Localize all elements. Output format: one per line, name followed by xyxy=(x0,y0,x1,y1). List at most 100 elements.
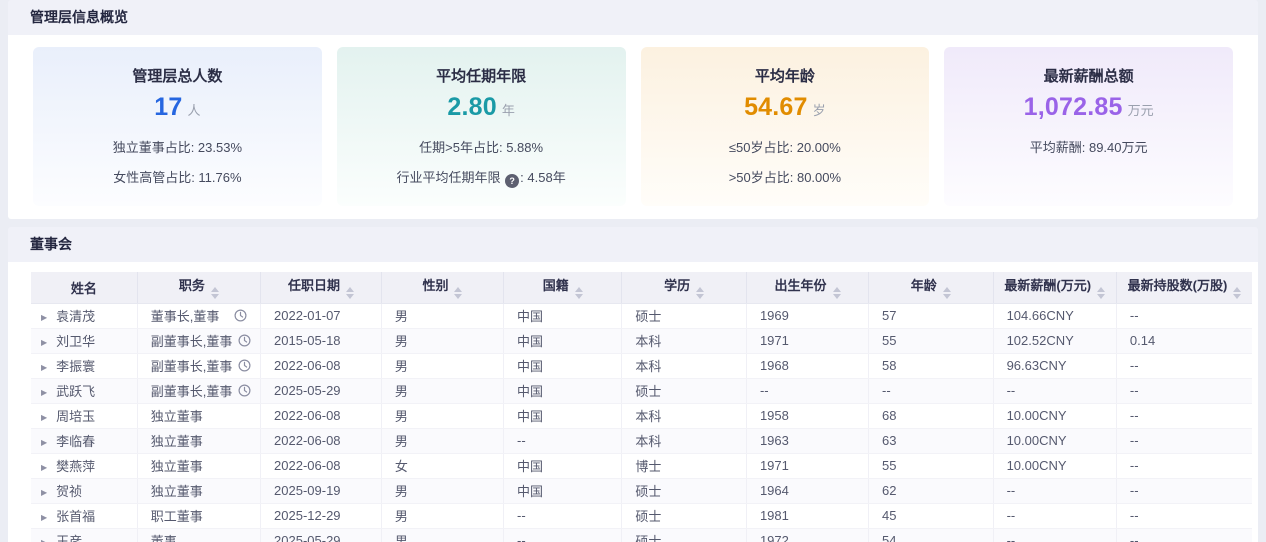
stat-value-number: 2.80 xyxy=(447,93,496,121)
cell-age: 54 xyxy=(869,528,994,542)
column-header-start_date[interactable]: 任职日期 xyxy=(261,272,382,303)
stat-card-tenure: 平均任期年限2.80年任期>5年占比: 5.88%行业平均任期年限 ?: 4.5… xyxy=(337,47,626,206)
caret-right-icon[interactable]: ▶ xyxy=(41,413,47,422)
column-header-birth_year[interactable]: 出生年份 xyxy=(746,272,868,303)
sort-desc-caret xyxy=(696,294,704,299)
cell-shares: -- xyxy=(1116,303,1252,328)
clock-icon[interactable] xyxy=(238,359,251,372)
director-name: 武跃飞 xyxy=(56,384,95,399)
cell-salary: 10.00CNY xyxy=(993,428,1116,453)
stat-card-title: 最新薪酬总额 xyxy=(952,65,1225,86)
cell-birth_year: 1981 xyxy=(746,503,868,528)
cell-nationality: -- xyxy=(504,528,622,542)
board-table: 姓名 职务 任职日期 性别 国籍学历 出生年份 年龄 最新薪酬(万元)最新持股数(万股) ▶ 袁… xyxy=(31,272,1252,542)
cell-age: 63 xyxy=(869,428,994,453)
position-text: 职工董事 xyxy=(151,506,203,525)
board-table-header-row: 姓名 职务 任职日期 性别 国籍学历 出生年份 年龄 最新薪酬(万元)最新持股数(万股) xyxy=(31,272,1252,303)
director-name: 刘卫华 xyxy=(56,334,95,349)
stat-card-line: >50岁占比: 80.00% xyxy=(649,167,922,186)
cell-education: 硕士 xyxy=(622,303,747,328)
sort-carets-icon[interactable] xyxy=(696,287,704,299)
sort-asc-caret xyxy=(1097,287,1105,292)
cell-salary: 102.52CNY xyxy=(993,328,1116,353)
cell-name: ▶王彦 xyxy=(31,528,137,542)
cell-salary: 96.63CNY xyxy=(993,353,1116,378)
column-header-position[interactable]: 职务 xyxy=(137,272,260,303)
stat-value-unit: 万元 xyxy=(1128,103,1154,118)
column-label: 姓名 xyxy=(71,281,97,296)
clock-icon[interactable] xyxy=(238,334,251,347)
cell-gender: 男 xyxy=(381,353,503,378)
caret-right-icon[interactable]: ▶ xyxy=(41,363,47,372)
director-name: 袁清茂 xyxy=(56,309,95,324)
column-label: 年龄 xyxy=(911,278,937,293)
sort-carets-icon[interactable] xyxy=(1097,287,1105,299)
column-header-shares[interactable]: 最新持股数(万股) xyxy=(1116,272,1252,303)
column-header-name: 姓名 xyxy=(31,272,137,303)
table-row: ▶张首福职工董事2025-12-29男--硕士198145---- xyxy=(31,503,1252,528)
cell-birth_year: 1971 xyxy=(746,328,868,353)
director-name: 李振寰 xyxy=(56,359,95,374)
clock-icon[interactable] xyxy=(234,309,247,322)
clock-icon[interactable] xyxy=(238,384,251,397)
caret-right-icon[interactable]: ▶ xyxy=(41,513,47,522)
cell-name: ▶樊燕萍 xyxy=(31,453,137,478)
sort-carets-icon[interactable] xyxy=(943,287,951,299)
column-label: 性别 xyxy=(422,278,448,293)
cell-start_date: 2022-01-07 xyxy=(261,303,382,328)
column-header-education[interactable]: 学历 xyxy=(622,272,747,303)
board-section-body: 姓名 职务 任职日期 性别 国籍学历 出生年份 年龄 最新薪酬(万元)最新持股数(万股) ▶ 袁… xyxy=(8,262,1258,542)
cell-shares: -- xyxy=(1116,528,1252,542)
sort-carets-icon[interactable] xyxy=(1233,287,1241,299)
sort-desc-caret xyxy=(1097,294,1105,299)
caret-right-icon[interactable]: ▶ xyxy=(41,488,47,497)
stat-card-line: 行业平均任期年限 ?: 4.58年 xyxy=(345,167,618,188)
cell-salary: 10.00CNY xyxy=(993,453,1116,478)
cell-start_date: 2015-05-18 xyxy=(261,328,382,353)
column-header-nationality[interactable]: 国籍 xyxy=(504,272,622,303)
caret-right-icon[interactable]: ▶ xyxy=(41,463,47,472)
sort-desc-caret xyxy=(346,294,354,299)
cell-name: ▶ 刘卫华 xyxy=(31,328,137,353)
column-header-salary[interactable]: 最新薪酬(万元) xyxy=(993,272,1116,303)
sort-desc-caret xyxy=(943,294,951,299)
cell-gender: 男 xyxy=(381,328,503,353)
position-cell-inner: 副董事长,董事 xyxy=(151,331,247,350)
column-label: 职务 xyxy=(179,278,205,293)
cell-age: 55 xyxy=(869,328,994,353)
cell-name: ▶ 李振寰 xyxy=(31,353,137,378)
cell-gender: 男 xyxy=(381,528,503,542)
caret-right-icon[interactable]: ▶ xyxy=(41,538,47,542)
cell-shares: -- xyxy=(1116,428,1252,453)
sort-carets-icon[interactable] xyxy=(833,287,841,299)
caret-right-icon[interactable]: ▶ xyxy=(41,388,47,397)
caret-right-icon[interactable]: ▶ xyxy=(41,438,47,447)
cell-start_date: 2025-12-29 xyxy=(261,503,382,528)
cell-age: 45 xyxy=(869,503,994,528)
stat-card-line: 独立董事占比: 23.53% xyxy=(41,137,314,156)
caret-right-icon[interactable]: ▶ xyxy=(41,313,47,322)
caret-right-icon[interactable]: ▶ xyxy=(41,338,47,347)
position-text: 独立董事 xyxy=(151,456,203,475)
cell-shares: -- xyxy=(1116,378,1252,403)
position-cell-inner: 独立董事 xyxy=(151,431,247,450)
sort-carets-icon[interactable] xyxy=(211,287,219,299)
cell-salary: -- xyxy=(993,528,1116,542)
table-row: ▶李临春独立董事2022-06-08男--本科19636310.00CNY-- xyxy=(31,428,1252,453)
board-section-title: 董事会 xyxy=(30,236,72,252)
column-header-age[interactable]: 年龄 xyxy=(869,272,994,303)
question-mark-icon[interactable]: ? xyxy=(505,174,519,188)
column-label: 出生年份 xyxy=(774,278,826,293)
position-cell-inner: 独立董事 xyxy=(151,481,247,500)
cell-salary: 104.66CNY xyxy=(993,303,1116,328)
stat-card-age: 平均年龄54.67岁≤50岁占比: 20.00%>50岁占比: 80.00% xyxy=(641,47,930,206)
sort-carets-icon[interactable] xyxy=(346,287,354,299)
sort-carets-icon[interactable] xyxy=(454,287,462,299)
column-header-gender[interactable]: 性别 xyxy=(381,272,503,303)
director-name: 李临春 xyxy=(56,434,95,449)
sort-carets-icon[interactable] xyxy=(575,287,583,299)
cell-age: 68 xyxy=(869,403,994,428)
cell-shares: -- xyxy=(1116,453,1252,478)
cell-gender: 女 xyxy=(381,453,503,478)
sort-asc-caret xyxy=(575,287,583,292)
